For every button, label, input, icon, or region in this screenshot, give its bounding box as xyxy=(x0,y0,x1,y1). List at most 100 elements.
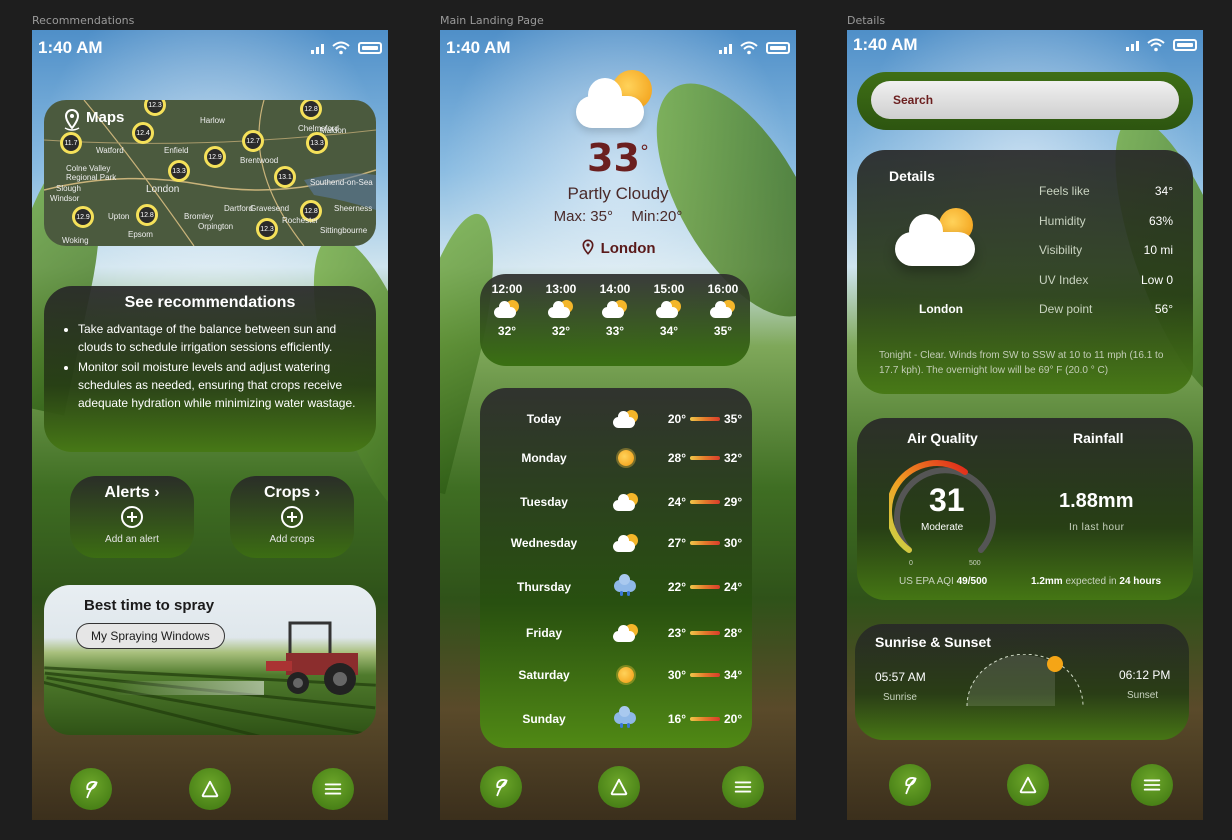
hourly-forecast[interactable]: 12:00 32° 13:00 32° 14:00 33° 15:00 34° 16:0… xyxy=(480,274,750,366)
daily-row[interactable]: Today 20° 35° xyxy=(480,404,752,434)
crops-title: Crops xyxy=(263,484,311,501)
air-quality-title: Air Quality xyxy=(907,430,978,446)
daily-row[interactable]: Friday 23° 28° xyxy=(480,618,752,648)
status-bar: 1:40 AM xyxy=(853,35,1197,55)
signal-icon xyxy=(1126,39,1139,51)
map-marker[interactable]: 12.3 xyxy=(256,218,278,240)
map-place: Bromley xyxy=(184,212,214,221)
status-time: 1:40 AM xyxy=(38,38,103,57)
temperature-range-bar xyxy=(690,717,720,721)
wifi-icon xyxy=(740,41,758,55)
map-marker[interactable]: 12.4 xyxy=(132,122,154,144)
temperature-range-bar xyxy=(690,673,720,677)
sunrise-sunset-card: Sunrise & Sunset 05:57 AM Sunrise 06:12 … xyxy=(855,624,1189,740)
daily-row[interactable]: Sunday 16° 20° xyxy=(480,704,752,734)
rainfall-footer: 1.2mm expected in 24 hours xyxy=(1031,576,1162,587)
partly-cloudy-icon xyxy=(613,410,639,428)
sun-title: Sunrise & Sunset xyxy=(875,634,991,650)
temperature-range-bar xyxy=(690,631,720,635)
sun-arc xyxy=(966,654,1084,707)
frame-label-main: Main Landing Page xyxy=(440,14,544,27)
status-time: 1:40 AM xyxy=(853,35,918,54)
details-location: London xyxy=(919,302,963,316)
details-title: Details xyxy=(889,168,935,184)
sun-icon xyxy=(618,450,634,466)
temperature-range-bar xyxy=(690,500,720,504)
add-alert-button[interactable] xyxy=(121,506,143,528)
add-crops-label: Add crops xyxy=(269,534,315,545)
map-marker[interactable]: 13.3 xyxy=(168,160,190,182)
battery-icon xyxy=(1173,39,1197,51)
map-place: Gravesend xyxy=(250,204,290,213)
partly-cloudy-icon xyxy=(613,624,639,642)
current-temperature: 33° xyxy=(587,136,649,180)
temperature-range-bar xyxy=(690,541,720,545)
add-crops-button[interactable] xyxy=(281,506,303,528)
nav-home-button[interactable] xyxy=(1007,764,1049,806)
map-marker[interactable]: 13.1 xyxy=(274,166,296,188)
recommendation-item: Monitor soil moisture levels and adjust … xyxy=(78,358,358,412)
map-marker[interactable]: 12.7 xyxy=(242,130,264,152)
aqi-scale-max: 500 xyxy=(969,560,981,567)
nav-plant-button[interactable] xyxy=(480,766,522,808)
chevron-right-icon: › xyxy=(314,484,320,501)
map-place: Slough xyxy=(56,184,81,193)
map-card[interactable]: Maps 12.3 12.8 11.7 12.4 12.7 13.3 12.9 … xyxy=(44,100,376,246)
location-row[interactable]: London xyxy=(440,238,796,257)
map-place: Maldon xyxy=(320,126,347,135)
details-screen: 1:40 AM Search Details London Feels like… xyxy=(847,30,1203,820)
daily-row[interactable]: Wednesday 27° 30° xyxy=(480,528,752,558)
battery-icon xyxy=(766,42,790,54)
daily-row[interactable]: Tuesday 24° 29° xyxy=(480,487,752,517)
tonight-forecast-text: Tonight - Clear. Winds from SW to SSW at… xyxy=(879,350,1164,376)
maps-label: Maps xyxy=(86,109,125,126)
partly-cloudy-large-icon xyxy=(576,68,656,128)
partly-cloudy-icon xyxy=(710,300,736,318)
map-place: Harlow xyxy=(200,116,225,125)
daily-forecast[interactable]: Today 20° 35° Monday 28° 32° Tuesday 24° 29° W… xyxy=(480,388,752,748)
daily-row[interactable]: Monday 28° 32° xyxy=(480,443,752,473)
daily-row[interactable]: Saturday 30° 34° xyxy=(480,660,752,690)
recommendations-screen: 1:40 AM Maps 12.3 12.8 11.7 12.4 12.7 13… xyxy=(32,30,388,820)
alerts-card[interactable]: Alerts › Add an alert xyxy=(70,476,194,558)
map-place: Woking xyxy=(62,236,89,245)
recommendations-title: See recommendations xyxy=(124,294,296,311)
nav-menu-button[interactable] xyxy=(722,766,764,808)
status-bar: 1:40 AM xyxy=(446,38,790,58)
map-marker[interactable]: 13.3 xyxy=(306,132,328,154)
map-pin-icon xyxy=(64,108,80,131)
map-marker[interactable]: 12.9 xyxy=(72,206,94,228)
map-place: Southend-on-Sea xyxy=(310,178,373,187)
nav-menu-button[interactable] xyxy=(312,768,354,810)
sprout-icon xyxy=(496,779,508,797)
rainfall-sub: In last hour xyxy=(1069,522,1125,533)
rainfall-value: 1.88mm xyxy=(1059,490,1134,512)
map-place: Upton xyxy=(108,212,130,221)
sunset-label: Sunset xyxy=(1127,690,1159,701)
partly-cloudy-icon xyxy=(613,493,639,511)
nav-plant-button[interactable] xyxy=(70,768,112,810)
nav-home-button[interactable] xyxy=(598,766,640,808)
nav-plant-button[interactable] xyxy=(889,764,931,806)
aqi-level: Moderate xyxy=(921,522,964,533)
sunset-time: 06:12 PM xyxy=(1119,668,1171,682)
map-marker[interactable]: 12.9 xyxy=(204,146,226,168)
search-input[interactable]: Search xyxy=(871,81,1179,119)
menu-icon xyxy=(734,781,752,793)
nav-menu-button[interactable] xyxy=(1131,764,1173,806)
sunrise-label: Sunrise xyxy=(883,692,917,703)
partly-cloudy-icon xyxy=(548,300,574,318)
map-place: Rochester xyxy=(282,216,319,225)
spray-card[interactable]: Best time to spray My Spraying Windows xyxy=(44,585,376,735)
details-card: Details London Feels like 34° Humidity 63%… xyxy=(857,150,1193,394)
nav-home-button[interactable] xyxy=(189,768,231,810)
aqi-value: 31 xyxy=(929,482,965,518)
map-marker[interactable]: 12.8 xyxy=(136,204,158,226)
daily-row[interactable]: Thursday 22° 24° xyxy=(480,572,752,602)
crops-card[interactable]: Crops › Add crops xyxy=(230,476,354,558)
menu-icon xyxy=(1143,779,1161,791)
hourly-item: 14:00 33° xyxy=(599,282,631,338)
map-marker[interactable]: 11.7 xyxy=(60,132,82,154)
map-place: Epsom xyxy=(128,230,153,239)
spraying-windows-button[interactable]: My Spraying Windows xyxy=(76,623,225,649)
